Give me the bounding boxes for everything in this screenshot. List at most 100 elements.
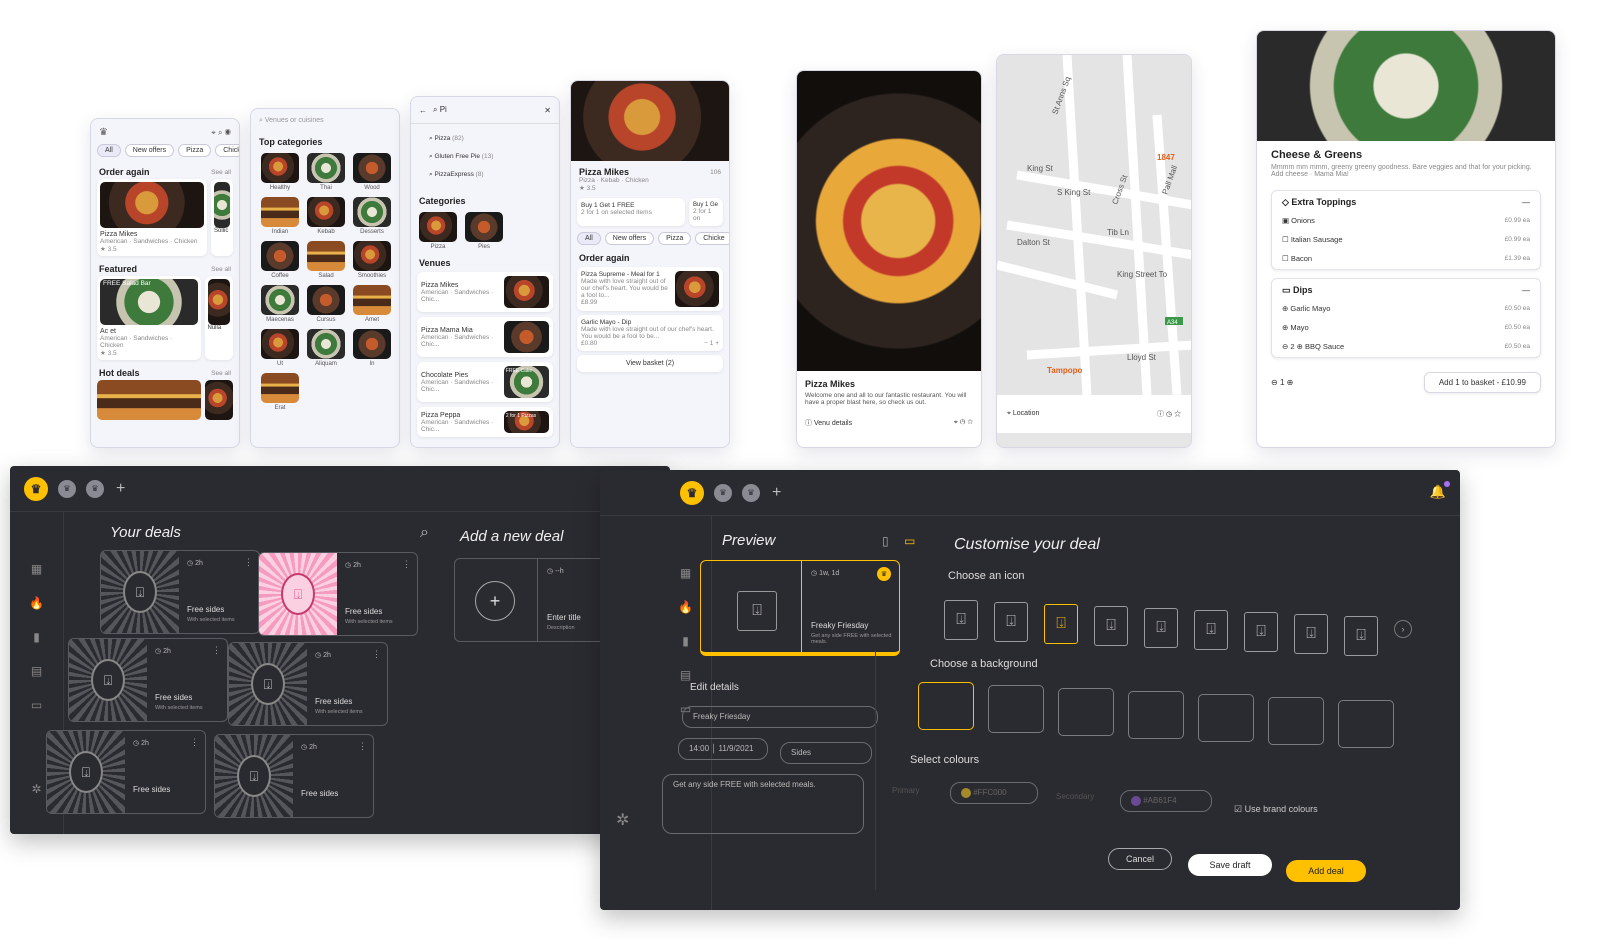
dip-option[interactable]: ⊕ Garlic Mayo £0.50 ea bbox=[1282, 304, 1530, 313]
quantity-stepper[interactable]: ⊖ 1 ⊕ bbox=[1271, 378, 1293, 387]
topping-option[interactable]: ☐ Bacon £1.39 ea bbox=[1282, 254, 1530, 263]
place-marker[interactable]: Tampopo bbox=[1047, 366, 1083, 375]
venue-tab[interactable]: ♛ bbox=[86, 479, 104, 498]
deal-card[interactable]: ⍗ ◷ 2h ⋮ Free sides bbox=[214, 734, 374, 818]
back-icon[interactable]: ← bbox=[419, 106, 427, 115]
description-textarea[interactable]: Get any side FREE with selected meals. bbox=[662, 774, 864, 834]
category-select[interactable]: Sides bbox=[780, 742, 872, 764]
category-tile[interactable]: Ut bbox=[261, 329, 299, 367]
use-brand-colours-checkbox[interactable]: ☑ Use brand colours bbox=[1234, 804, 1318, 815]
see-all-link[interactable]: See all bbox=[211, 370, 231, 377]
crown-logo-icon[interactable]: ♛ bbox=[680, 480, 704, 505]
deal-card[interactable]: ⍗ ◷ 2h ⋮ Free sides With selected items bbox=[228, 642, 388, 726]
settings-icon[interactable]: ✲ bbox=[31, 782, 41, 796]
category-tile[interactable]: Indian bbox=[261, 197, 299, 235]
fries-icon[interactable]: ⍗ bbox=[1194, 610, 1228, 650]
deal-card-partial[interactable]: Buy 1 Ge 2 for 1 on bbox=[689, 198, 723, 226]
venue-result[interactable]: Pizza Mama Mia American · Sandwiches · Ch… bbox=[417, 317, 553, 357]
add-tab-button[interactable]: + bbox=[116, 480, 125, 498]
view-basket-button[interactable]: View basket (2) bbox=[577, 355, 723, 372]
primary-colour-input[interactable]: #FFC000 bbox=[950, 782, 1038, 804]
deal-card[interactable]: Buy 1 Get 1 FREE 2 for 1 on selected item… bbox=[577, 198, 685, 226]
background-option[interactable] bbox=[1198, 694, 1254, 742]
see-all-link[interactable]: See all bbox=[211, 266, 231, 273]
category-tile[interactable]: Thai bbox=[307, 153, 345, 191]
bell-icon[interactable]: 🔔 bbox=[1430, 481, 1450, 500]
background-option[interactable] bbox=[988, 685, 1044, 733]
deal-card[interactable]: ⍗ ◷ 2h ⋮ Free sides With selected items bbox=[258, 552, 418, 636]
venue-result[interactable]: Pizza Peppa American · Sandwiches · Chic.… bbox=[417, 407, 553, 437]
suggestion-item[interactable]: ⌕ Gluten Free Pie (13) bbox=[429, 148, 541, 166]
fries-icon[interactable]: ⍗ bbox=[1044, 604, 1078, 644]
dip-option[interactable]: ⊕ Mayo £0.50 ea bbox=[1282, 323, 1530, 332]
more-options-icon[interactable]: ⋮ bbox=[190, 737, 199, 748]
more-options-icon[interactable]: ⋮ bbox=[212, 645, 221, 656]
category-pies[interactable]: Pies bbox=[465, 212, 503, 250]
venue-result[interactable]: Pizza Mikes American · Sandwiches · Chic.… bbox=[417, 272, 553, 312]
background-option[interactable] bbox=[1338, 700, 1394, 748]
mobile-preview-icon[interactable]: ▯ bbox=[882, 534, 889, 548]
category-tile[interactable]: Aliquam bbox=[307, 329, 345, 367]
dashboard-icon[interactable]: ▦ bbox=[31, 562, 42, 576]
date-time-input[interactable]: 14:00 │ 11/9/2021 bbox=[678, 738, 768, 760]
featured-card-partial[interactable]: Nulla bbox=[204, 276, 233, 360]
category-tile[interactable]: Erat bbox=[261, 373, 299, 411]
analytics-icon[interactable]: ▮ bbox=[33, 630, 40, 644]
category-pizza[interactable]: Pizza bbox=[419, 212, 457, 250]
category-tile[interactable]: Amet bbox=[353, 285, 391, 323]
more-options-icon[interactable]: ⋮ bbox=[244, 557, 253, 568]
fries-icon[interactable]: ⍗ bbox=[944, 600, 978, 640]
category-tile[interactable]: Smoothies bbox=[353, 241, 391, 279]
menu-item[interactable]: Garlic Mayo - Dip Made with love straight… bbox=[577, 315, 723, 351]
see-all-link[interactable]: See all bbox=[211, 169, 231, 176]
filter-chicken[interactable]: Chicke bbox=[215, 144, 239, 157]
secondary-colour-input[interactable]: #AB61F4 bbox=[1120, 790, 1212, 812]
map-view[interactable]: St Anns Sq King St S King St Cross St Ti… bbox=[997, 55, 1192, 395]
more-options-icon[interactable]: ⋮ bbox=[402, 559, 411, 570]
category-tile[interactable]: Desserts bbox=[353, 197, 391, 235]
filter-pizza[interactable]: Pizza bbox=[178, 144, 212, 157]
deal-card[interactable]: ⍗ ◷ 2h ⋮ Free sides With selected items bbox=[100, 550, 260, 634]
search-input[interactable]: ⌕ Venues or cuisines bbox=[251, 109, 399, 133]
suggestion-item[interactable]: ⌕ PizzaExpress (8) bbox=[429, 166, 541, 184]
more-options-icon[interactable]: ⋮ bbox=[372, 649, 381, 660]
analytics-icon[interactable]: ▮ bbox=[682, 634, 689, 648]
filter-new-offers[interactable]: New offers bbox=[124, 144, 175, 157]
background-option[interactable] bbox=[1058, 688, 1114, 736]
search-icon[interactable]: ⌕ bbox=[420, 524, 429, 542]
background-option[interactable] bbox=[1128, 691, 1184, 739]
location-link[interactable]: ⌖ Location bbox=[1007, 410, 1039, 418]
venue-result[interactable]: Chocolate Pies American · Sandwiches · Ch… bbox=[417, 362, 553, 402]
venue-card-partial[interactable]: Sollic bbox=[211, 179, 233, 256]
background-option[interactable] bbox=[918, 682, 974, 730]
close-icon[interactable]: ✕ bbox=[544, 106, 551, 115]
category-tile[interactable]: Wood bbox=[353, 153, 391, 191]
category-tile[interactable]: Cursus bbox=[307, 285, 345, 323]
action-icons[interactable]: ⓘ ◷ ☆ bbox=[1157, 409, 1181, 419]
venue-details-link[interactable]: ⓘ Venu details bbox=[805, 418, 852, 428]
suggestion-item[interactable]: ⌕ Pizza (82) bbox=[429, 130, 541, 148]
topping-option[interactable]: ▣ Onions £0.99 ea bbox=[1282, 216, 1530, 225]
menu-item[interactable]: Pizza Supreme - Meal for 1 Made with love… bbox=[577, 267, 723, 311]
featured-card[interactable]: FREE Salad Bar Ac et American · Sandwich… bbox=[97, 276, 201, 360]
hot-deal-image[interactable] bbox=[97, 380, 201, 420]
fries-icon[interactable]: ⍗ bbox=[994, 602, 1028, 642]
fries-icon[interactable]: ⍗ bbox=[1344, 616, 1378, 656]
menu-icon[interactable]: ▤ bbox=[680, 668, 691, 682]
venue-tab[interactable]: ♛ bbox=[742, 483, 760, 502]
save-draft-button[interactable]: Save draft bbox=[1188, 854, 1272, 876]
background-option[interactable] bbox=[1268, 697, 1324, 745]
dashboard-icon[interactable]: ▦ bbox=[680, 566, 691, 580]
cancel-button[interactable]: Cancel bbox=[1108, 848, 1172, 870]
filter-new-offers[interactable]: New offers bbox=[604, 232, 655, 245]
fries-icon[interactable]: ⍗ bbox=[1244, 612, 1278, 652]
fries-icon[interactable]: ⍗ bbox=[1094, 606, 1128, 646]
deals-icon[interactable]: 🔥 bbox=[29, 596, 44, 610]
venue-card[interactable]: Pizza Mikes American · Sandwiches · Chic… bbox=[97, 179, 207, 256]
category-tile[interactable]: In bbox=[353, 329, 391, 367]
dip-option[interactable]: ⊖ 2 ⊕ BBQ Sauce £0.50 ea bbox=[1282, 342, 1530, 351]
search-query[interactable]: ⌕ Pi bbox=[433, 105, 544, 115]
deal-card[interactable]: ⍗ ◷ 2h ⋮ Free sides bbox=[46, 730, 206, 814]
category-tile[interactable]: Maecenas bbox=[261, 285, 299, 323]
more-options-icon[interactable]: ⋮ bbox=[358, 741, 367, 752]
